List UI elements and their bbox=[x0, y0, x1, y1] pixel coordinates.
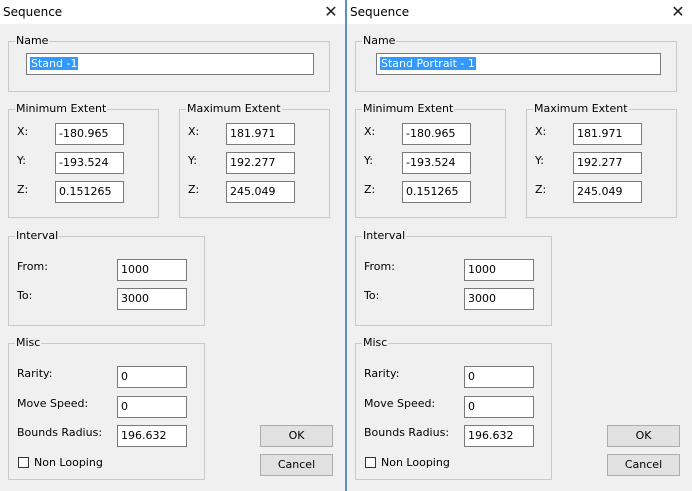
max-x-label: X: bbox=[188, 125, 200, 138]
max-x-field[interactable]: 181.971 bbox=[226, 123, 295, 145]
max-y-label: Y: bbox=[535, 154, 544, 167]
interval-legend: Interval bbox=[15, 229, 60, 243]
minimum-extent-group: Minimum Extent X: -180.965 Y: -193.524 Z… bbox=[8, 102, 159, 218]
rarity-label: Rarity: bbox=[364, 367, 400, 380]
dialog-title: Sequence bbox=[350, 5, 410, 19]
max-z-label: Z: bbox=[188, 183, 200, 196]
min-z-field[interactable]: 0.151265 bbox=[55, 181, 124, 203]
minimum-extent-legend: Minimum Extent bbox=[362, 102, 455, 116]
cancel-button[interactable]: Cancel bbox=[607, 454, 680, 476]
interval-group: Interval From: 1000 To: 3000 bbox=[355, 229, 552, 326]
min-x-field[interactable]: -180.965 bbox=[55, 123, 124, 145]
name-group: Name Stand Portrait - 1 bbox=[355, 34, 677, 92]
cancel-button[interactable]: Cancel bbox=[260, 454, 333, 476]
bounds-radius-field[interactable]: 196.632 bbox=[464, 425, 534, 447]
non-looping-label[interactable]: Non Looping bbox=[381, 456, 450, 469]
interval-legend: Interval bbox=[362, 229, 407, 243]
max-z-label: Z: bbox=[535, 183, 547, 196]
to-field[interactable]: 3000 bbox=[117, 288, 187, 310]
close-icon[interactable]: ✕ bbox=[321, 2, 341, 22]
min-x-label: X: bbox=[17, 125, 29, 138]
rarity-label: Rarity: bbox=[17, 367, 53, 380]
title-bar: Sequence ✕ bbox=[0, 0, 345, 24]
sequence-dialog-right: Sequence ✕ Name Stand Portrait - 1 Minim… bbox=[347, 0, 692, 491]
name-legend: Name bbox=[15, 34, 50, 48]
move-speed-field[interactable]: 0 bbox=[464, 396, 534, 418]
max-x-label: X: bbox=[535, 125, 547, 138]
non-looping-checkbox[interactable] bbox=[365, 457, 376, 468]
name-field[interactable]: Stand Portrait - 1 bbox=[376, 53, 661, 75]
ok-button[interactable]: OK bbox=[607, 425, 680, 447]
min-x-label: X: bbox=[364, 125, 376, 138]
max-z-field[interactable]: 245.049 bbox=[573, 181, 642, 203]
misc-group: Misc Rarity: 0 Move Speed: 0 Bounds Radi… bbox=[355, 336, 552, 480]
name-value: Stand Portrait - 1 bbox=[380, 57, 476, 70]
max-x-field[interactable]: 181.971 bbox=[573, 123, 642, 145]
minimum-extent-legend: Minimum Extent bbox=[15, 102, 108, 116]
misc-legend: Misc bbox=[362, 336, 389, 350]
sequence-dialog-left: Sequence ✕ Name Stand -1 Minimum Extent … bbox=[0, 0, 345, 491]
maximum-extent-group: Maximum Extent X: 181.971 Y: 192.277 Z: … bbox=[179, 102, 330, 218]
bounds-radius-field[interactable]: 196.632 bbox=[117, 425, 187, 447]
move-speed-label: Move Speed: bbox=[17, 397, 89, 410]
max-z-field[interactable]: 245.049 bbox=[226, 181, 295, 203]
maximum-extent-group: Maximum Extent X: 181.971 Y: 192.277 Z: … bbox=[526, 102, 677, 218]
name-legend: Name bbox=[362, 34, 397, 48]
maximum-extent-legend: Maximum Extent bbox=[186, 102, 282, 116]
maximum-extent-legend: Maximum Extent bbox=[533, 102, 629, 116]
misc-group: Misc Rarity: 0 Move Speed: 0 Bounds Radi… bbox=[8, 336, 205, 480]
non-looping-checkbox[interactable] bbox=[18, 457, 29, 468]
min-x-field[interactable]: -180.965 bbox=[402, 123, 471, 145]
to-field[interactable]: 3000 bbox=[464, 288, 534, 310]
from-field[interactable]: 1000 bbox=[117, 259, 187, 281]
close-icon[interactable]: ✕ bbox=[668, 2, 688, 22]
min-z-label: Z: bbox=[17, 183, 29, 196]
max-y-label: Y: bbox=[188, 154, 197, 167]
min-y-label: Y: bbox=[364, 154, 373, 167]
min-y-field[interactable]: -193.524 bbox=[402, 152, 471, 174]
bounds-radius-label: Bounds Radius: bbox=[17, 426, 103, 439]
ok-button[interactable]: OK bbox=[260, 425, 333, 447]
min-z-field[interactable]: 0.151265 bbox=[402, 181, 471, 203]
min-z-label: Z: bbox=[364, 183, 376, 196]
title-bar: Sequence ✕ bbox=[347, 0, 692, 24]
from-label: From: bbox=[17, 260, 48, 273]
move-speed-label: Move Speed: bbox=[364, 397, 436, 410]
min-y-field[interactable]: -193.524 bbox=[55, 152, 124, 174]
max-y-field[interactable]: 192.277 bbox=[226, 152, 295, 174]
name-field[interactable]: Stand -1 bbox=[26, 53, 314, 75]
to-label: To: bbox=[17, 289, 33, 302]
from-label: From: bbox=[364, 260, 395, 273]
rarity-field[interactable]: 0 bbox=[117, 366, 187, 388]
min-y-label: Y: bbox=[17, 154, 26, 167]
minimum-extent-group: Minimum Extent X: -180.965 Y: -193.524 Z… bbox=[355, 102, 506, 218]
move-speed-field[interactable]: 0 bbox=[117, 396, 187, 418]
dialog-title: Sequence bbox=[3, 5, 63, 19]
name-value: Stand -1 bbox=[30, 57, 79, 70]
max-y-field[interactable]: 192.277 bbox=[573, 152, 642, 174]
name-group: Name Stand -1 bbox=[8, 34, 330, 92]
non-looping-label[interactable]: Non Looping bbox=[34, 456, 103, 469]
bounds-radius-label: Bounds Radius: bbox=[364, 426, 450, 439]
interval-group: Interval From: 1000 To: 3000 bbox=[8, 229, 205, 326]
to-label: To: bbox=[364, 289, 380, 302]
from-field[interactable]: 1000 bbox=[464, 259, 534, 281]
rarity-field[interactable]: 0 bbox=[464, 366, 534, 388]
misc-legend: Misc bbox=[15, 336, 42, 350]
